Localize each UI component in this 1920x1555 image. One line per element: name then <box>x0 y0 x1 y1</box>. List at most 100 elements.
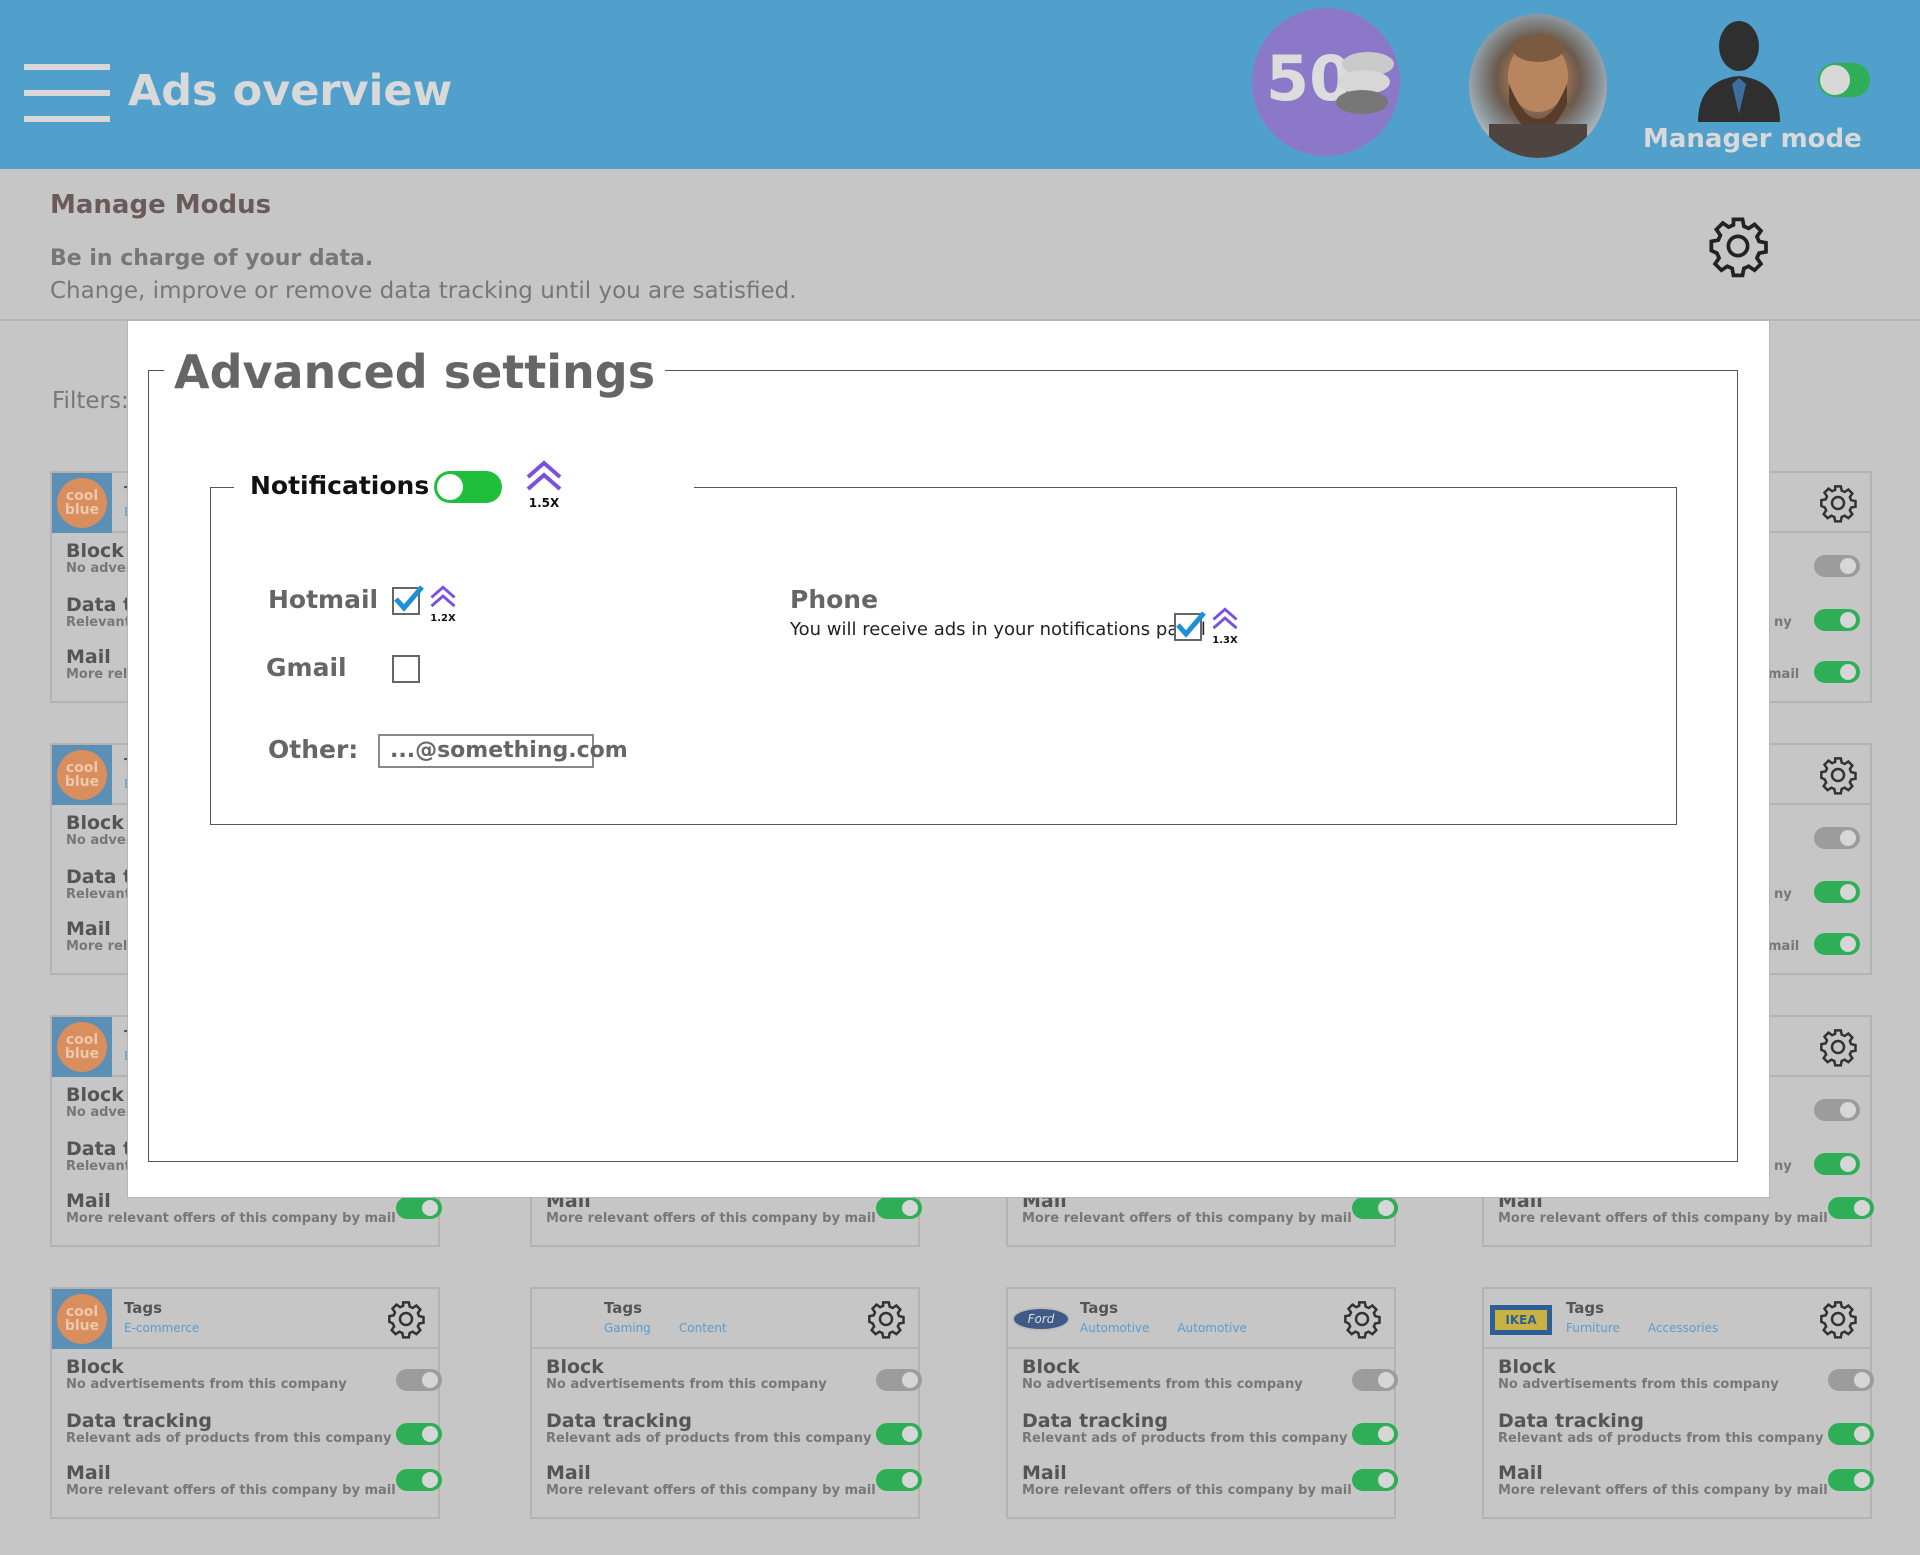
modal-title-wrap: Advanced settings <box>164 345 666 399</box>
coolblue-logo: cool blue <box>57 750 107 800</box>
phone-boost: 1.3X <box>1210 605 1240 647</box>
block-toggle[interactable] <box>1814 1099 1860 1121</box>
block-row: Block No advertisements from this company <box>1022 1357 1398 1403</box>
manager-person-icon <box>1694 18 1784 122</box>
mail-row: Mail More relevant offers of this company… <box>66 1463 442 1509</box>
tracking-toggle[interactable] <box>1814 1153 1860 1175</box>
phone-description: You will receive ads in your notificatio… <box>790 619 1206 640</box>
block-row: Block No advertisements from this company <box>546 1357 922 1403</box>
boost-label: 1.5X <box>528 496 560 510</box>
ford-logo: Ford <box>1012 1307 1070 1331</box>
coolblue-logo: cool blue <box>57 1294 107 1344</box>
tracking-toggle[interactable] <box>1352 1423 1398 1445</box>
hotmail-boost: 1.2X <box>428 583 458 625</box>
boost-label: 1.3X <box>1212 635 1238 646</box>
tracking-toggle[interactable] <box>876 1423 922 1445</box>
tag[interactable]: Furniture <box>1566 1321 1620 1335</box>
points-badge[interactable]: 50 <box>1252 8 1400 156</box>
card-settings-gear-icon[interactable] <box>1818 1299 1858 1339</box>
filters-label: Filters: <box>52 388 129 414</box>
double-chevron-up-icon <box>526 460 562 491</box>
boost-label: 1.2X <box>430 613 456 624</box>
mail-row: Mail More relevant offers of this company… <box>1498 1463 1874 1509</box>
coolblue-logo: cool blue <box>57 1022 107 1072</box>
company-card-coolblue: cool blue Tags E-commerce Block No adverti… <box>50 1287 442 1519</box>
ikea-logo: IKEA <box>1490 1305 1552 1335</box>
mail-toggle[interactable] <box>396 1197 442 1219</box>
other-email-input[interactable]: ...@something.com <box>378 734 628 768</box>
tracking-toggle[interactable] <box>1814 609 1860 631</box>
notifications-header: Notifications 1.5X <box>234 460 694 521</box>
tags-title: Tags <box>124 1299 163 1317</box>
tags-title: Tags <box>1080 1299 1119 1317</box>
tag[interactable]: Content <box>679 1321 727 1335</box>
card-settings-gear-icon[interactable] <box>1342 1299 1382 1339</box>
tracking-fragment: ny <box>1774 1159 1792 1174</box>
hotmail-checkbox[interactable] <box>392 585 424 615</box>
mail-fragment: mail <box>1768 667 1800 682</box>
mail-toggle[interactable] <box>1352 1197 1398 1219</box>
company-card-gaming: Tags Gaming Content Block No advertisement… <box>530 1287 922 1519</box>
top-bar: Ads overview 50 Manager mode <box>0 0 1920 169</box>
tag[interactable]: E-commerce <box>124 1321 199 1335</box>
phone-checkbox[interactable] <box>1174 611 1206 641</box>
block-toggle[interactable] <box>1828 1369 1874 1391</box>
page-title: Ads overview <box>128 66 453 116</box>
tracking-row: Data tracking Relevant ads of products fr… <box>66 1411 442 1457</box>
tags-list: E-commerce <box>124 1321 227 1335</box>
block-toggle[interactable] <box>1352 1369 1398 1391</box>
block-toggle[interactable] <box>1814 555 1860 577</box>
section-description: Change, improve or remove data tracking … <box>50 278 797 304</box>
block-toggle[interactable] <box>876 1369 922 1391</box>
mail-toggle[interactable] <box>1814 661 1860 683</box>
tracking-fragment: ny <box>1774 887 1792 902</box>
mail-toggle[interactable] <box>876 1197 922 1219</box>
tag[interactable]: Automotive <box>1177 1321 1246 1335</box>
tag[interactable]: Automotive <box>1080 1321 1149 1335</box>
company-card-ford: Ford Tags Automotive Automotive Block No a… <box>1006 1287 1398 1519</box>
coolblue-logo: cool blue <box>57 478 107 528</box>
card-settings-gear-icon[interactable] <box>866 1299 906 1339</box>
manager-mode-label: Manager mode <box>1643 124 1862 154</box>
double-chevron-up-icon <box>430 585 456 608</box>
user-avatar[interactable] <box>1469 14 1607 158</box>
mail-row: Mail More relevant offers of this company… <box>546 1463 922 1509</box>
mail-row: Mail More relevant offers of this company… <box>1022 1463 1398 1509</box>
manager-mode-toggle[interactable] <box>1818 63 1870 97</box>
notifications-toggle[interactable] <box>434 471 502 503</box>
advanced-settings-modal: Advanced settings Notifications 1.5X Hot… <box>127 320 1770 1198</box>
tracking-fragment: ny <box>1774 615 1792 630</box>
tracking-toggle[interactable] <box>1828 1423 1874 1445</box>
gmail-checkbox[interactable] <box>392 655 420 683</box>
section-lead: Be in charge of your data. <box>50 246 374 271</box>
tracking-toggle[interactable] <box>1814 881 1860 903</box>
tag[interactable]: Accessories <box>1648 1321 1718 1335</box>
hamburger-menu-icon[interactable] <box>24 64 110 122</box>
tags-list: Gaming Content <box>604 1321 755 1335</box>
tags-list: Furniture Accessories <box>1566 1321 1746 1335</box>
tracking-toggle[interactable] <box>396 1423 442 1445</box>
mail-toggle[interactable] <box>1828 1197 1874 1219</box>
mail-toggle[interactable] <box>1828 1469 1874 1491</box>
mail-fragment: mail <box>1768 939 1800 954</box>
other-label: Other: <box>268 735 359 764</box>
mail-toggle[interactable] <box>1352 1469 1398 1491</box>
boost-indicator: 1.5X <box>524 457 564 509</box>
notifications-group <box>210 487 1677 825</box>
tracking-row: Data tracking Relevant ads of products fr… <box>1022 1411 1398 1457</box>
hotmail-label: Hotmail <box>268 585 379 614</box>
settings-gear-icon[interactable] <box>1706 214 1770 278</box>
block-row: Block No advertisements from this company <box>66 1357 442 1403</box>
tag[interactable]: Gaming <box>604 1321 651 1335</box>
block-toggle[interactable] <box>396 1369 442 1391</box>
modal-title: Advanced settings <box>174 345 656 399</box>
mail-toggle[interactable] <box>1814 933 1860 955</box>
mail-toggle[interactable] <box>876 1469 922 1491</box>
mail-toggle[interactable] <box>396 1469 442 1491</box>
block-toggle[interactable] <box>1814 827 1860 849</box>
tracking-row: Data tracking Relevant ads of products fr… <box>546 1411 922 1457</box>
card-settings-gear-icon[interactable] <box>386 1299 426 1339</box>
section-title: Manage Modus <box>50 190 272 220</box>
block-row: Block No advertisements from this company <box>1498 1357 1874 1403</box>
gmail-label: Gmail <box>266 653 347 682</box>
